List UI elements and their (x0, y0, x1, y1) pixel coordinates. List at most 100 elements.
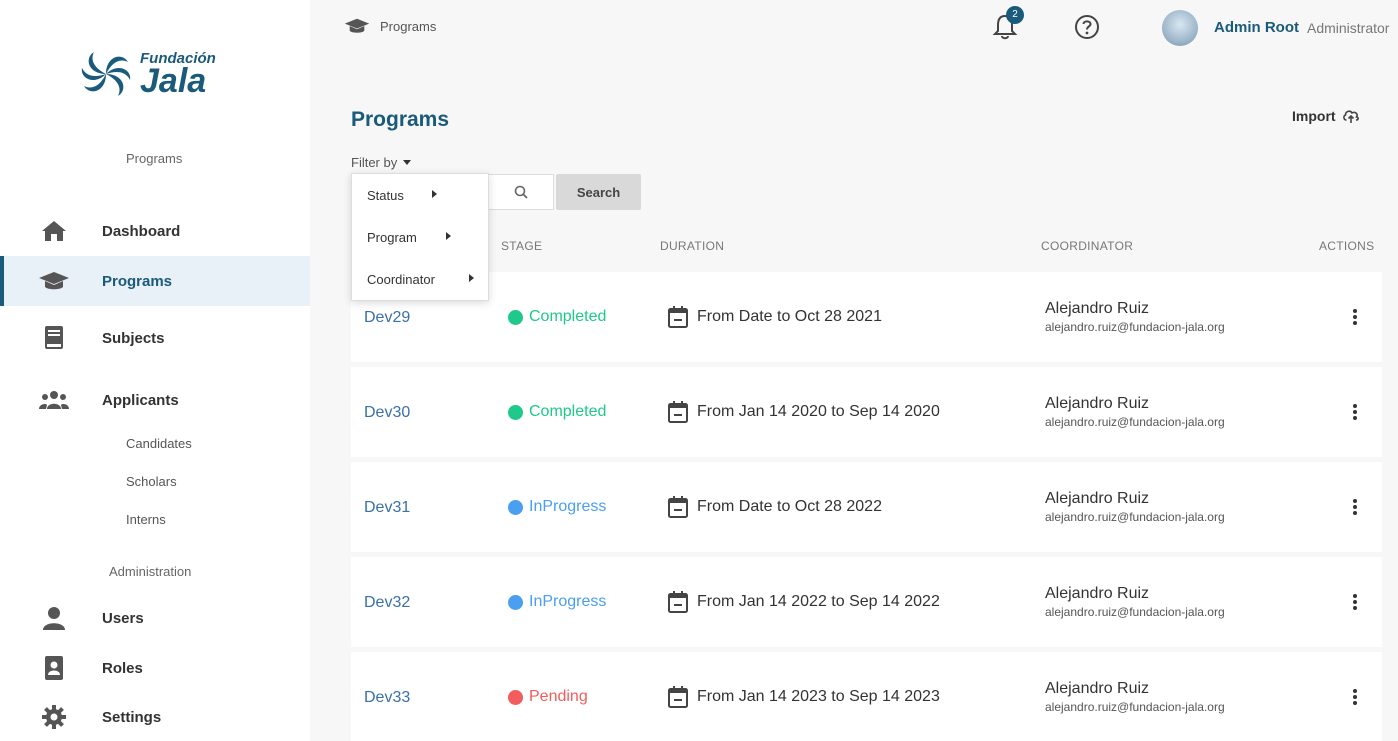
calendar-icon (668, 496, 688, 518)
table-row: Dev33 Pending From Jan 14 2023 to Sep 14 2… (351, 652, 1382, 741)
program-code-link[interactable]: Dev31 (364, 499, 410, 517)
column-header-duration: DURATION (660, 239, 725, 253)
program-code-link[interactable]: Dev32 (364, 594, 410, 612)
more-vertical-icon[interactable] (1347, 401, 1363, 423)
stage-label: Pending (529, 688, 588, 705)
coordinator-email: alejandro.ruiz@fundacion-jala.org (1045, 700, 1225, 714)
calendar-icon (668, 401, 688, 423)
program-code-link[interactable]: Dev33 (364, 689, 410, 707)
more-vertical-icon[interactable] (1347, 306, 1363, 328)
graduation-cap-icon (38, 265, 70, 297)
filter-menu-item-program[interactable]: Program (367, 230, 417, 245)
table-row: Dev32 InProgress From Jan 14 2022 to Sep 1… (351, 557, 1382, 647)
table-row: Dev30 Completed From Jan 14 2020 to Sep 14… (351, 367, 1382, 457)
coordinator-name: Alejandro Ruiz (1045, 395, 1150, 412)
duration: From Jan 14 2022 to Sep 14 2022 (667, 590, 940, 614)
group-icon (38, 384, 70, 416)
sidebar-item-applicants[interactable]: Applicants (0, 375, 310, 425)
search-button[interactable]: Search (556, 174, 641, 210)
coordinator-email: alejandro.ruiz@fundacion-jala.org (1045, 605, 1225, 619)
section-label-programs: Programs (126, 151, 183, 166)
sidebar-item-settings[interactable]: Settings (0, 692, 310, 741)
coordinator-email: alejandro.ruiz@fundacion-jala.org (1045, 320, 1225, 334)
duration: From Jan 14 2023 to Sep 14 2023 (667, 685, 940, 709)
filter-by-dropdown[interactable]: Filter by (351, 155, 412, 170)
program-code-link[interactable]: Dev29 (364, 309, 410, 327)
duration-label: From Jan 14 2022 to Sep 14 2022 (697, 593, 940, 610)
coordinator-name: Alejandro Ruiz (1045, 300, 1150, 317)
status-dot-icon (508, 404, 523, 420)
sidebar-item-label: Settings (102, 708, 162, 726)
duration-label: From Date to Oct 28 2021 (697, 308, 882, 325)
section-label-administration: Administration (109, 564, 192, 579)
stage-label: Completed (529, 308, 607, 325)
table-row: Dev29 Completed From Date to Oct 28 2021 Al… (351, 272, 1382, 362)
topbar: Programs 2 Admin Root Administrator (310, 0, 1398, 60)
stage-badge: InProgress (508, 593, 606, 611)
fundacion-jala-logo[interactable]: Fundación Jala (78, 44, 238, 104)
chevron-down-icon (403, 160, 412, 165)
search-icon (514, 185, 528, 199)
duration-label: From Jan 14 2023 to Sep 14 2023 (697, 688, 940, 705)
sidebar-item-programs[interactable]: Programs (0, 256, 310, 306)
duration: From Date to Oct 28 2022 (667, 495, 882, 519)
filter-by-label: Filter by (351, 155, 398, 170)
coordinator-name: Alejandro Ruiz (1045, 680, 1150, 697)
more-vertical-icon[interactable] (1347, 686, 1363, 708)
stage-badge: Completed (508, 308, 606, 326)
more-vertical-icon[interactable] (1347, 496, 1363, 518)
coordinator-name: Alejandro Ruiz (1045, 490, 1150, 507)
sidebar-subitem-interns[interactable]: Interns (126, 512, 166, 527)
sidebar-item-label: Programs (102, 272, 173, 290)
sidebar-subitem-candidates[interactable]: Candidates (126, 436, 192, 451)
stage-label: InProgress (529, 498, 607, 515)
calendar-icon (668, 306, 688, 328)
coordinator-email: alejandro.ruiz@fundacion-jala.org (1045, 415, 1225, 429)
duration-label: From Jan 14 2020 to Sep 14 2020 (697, 403, 940, 420)
status-dot-icon (508, 689, 523, 705)
page-title: Programs (351, 108, 450, 131)
avatar[interactable] (1162, 10, 1198, 46)
help-icon[interactable] (1074, 14, 1100, 40)
chevron-right-icon (446, 232, 451, 240)
chevron-right-icon (469, 274, 474, 282)
calendar-icon (668, 591, 688, 613)
upload-cloud-icon (1342, 110, 1359, 123)
user-name[interactable]: Admin Root (1214, 19, 1299, 36)
chevron-right-icon (432, 190, 437, 198)
sidebar-item-dashboard[interactable]: Dashboard (0, 206, 310, 256)
id-badge-icon (38, 652, 70, 684)
stage-badge: InProgress (508, 498, 606, 516)
duration: From Date to Oct 28 2021 (667, 305, 882, 329)
sidebar-item-users[interactable]: Users (0, 593, 310, 643)
status-dot-icon (508, 309, 523, 325)
sidebar-subitem-scholars[interactable]: Scholars (126, 474, 177, 489)
filter-menu-item-status[interactable]: Status (367, 188, 404, 203)
logo-text: Fundación Jala (140, 51, 216, 98)
duration-label: From Date to Oct 28 2022 (697, 498, 882, 515)
filter-menu-item-coordinator[interactable]: Coordinator (367, 272, 435, 287)
program-code-link[interactable]: Dev30 (364, 404, 410, 422)
sidebar-item-label: Users (102, 609, 144, 627)
filter-menu: Status Program Coordinator (351, 173, 489, 301)
spiral-logo-icon (81, 52, 131, 96)
column-header-actions: ACTIONS (1319, 239, 1375, 253)
sidebar-item-roles[interactable]: Roles (0, 643, 310, 693)
user-role: Administrator (1307, 20, 1390, 36)
breadcrumb-label: Programs (380, 18, 437, 34)
import-label: Import (1292, 108, 1336, 124)
import-button[interactable]: Import (1292, 108, 1360, 124)
sidebar-item-label: Roles (102, 659, 143, 677)
more-vertical-icon[interactable] (1347, 591, 1363, 613)
notification-badge: 2 (1006, 6, 1024, 24)
sidebar-item-subjects[interactable]: Subjects (0, 313, 310, 363)
sidebar-item-label: Subjects (102, 329, 165, 347)
logo-line-2: Jala (140, 61, 207, 100)
user-icon (38, 602, 70, 634)
stage-label: InProgress (529, 593, 607, 610)
coordinator-email: alejandro.ruiz@fundacion-jala.org (1045, 510, 1225, 524)
search-input[interactable] (488, 174, 554, 210)
book-icon (38, 322, 70, 354)
graduation-cap-icon (344, 18, 370, 33)
stage-badge: Completed (508, 403, 606, 421)
